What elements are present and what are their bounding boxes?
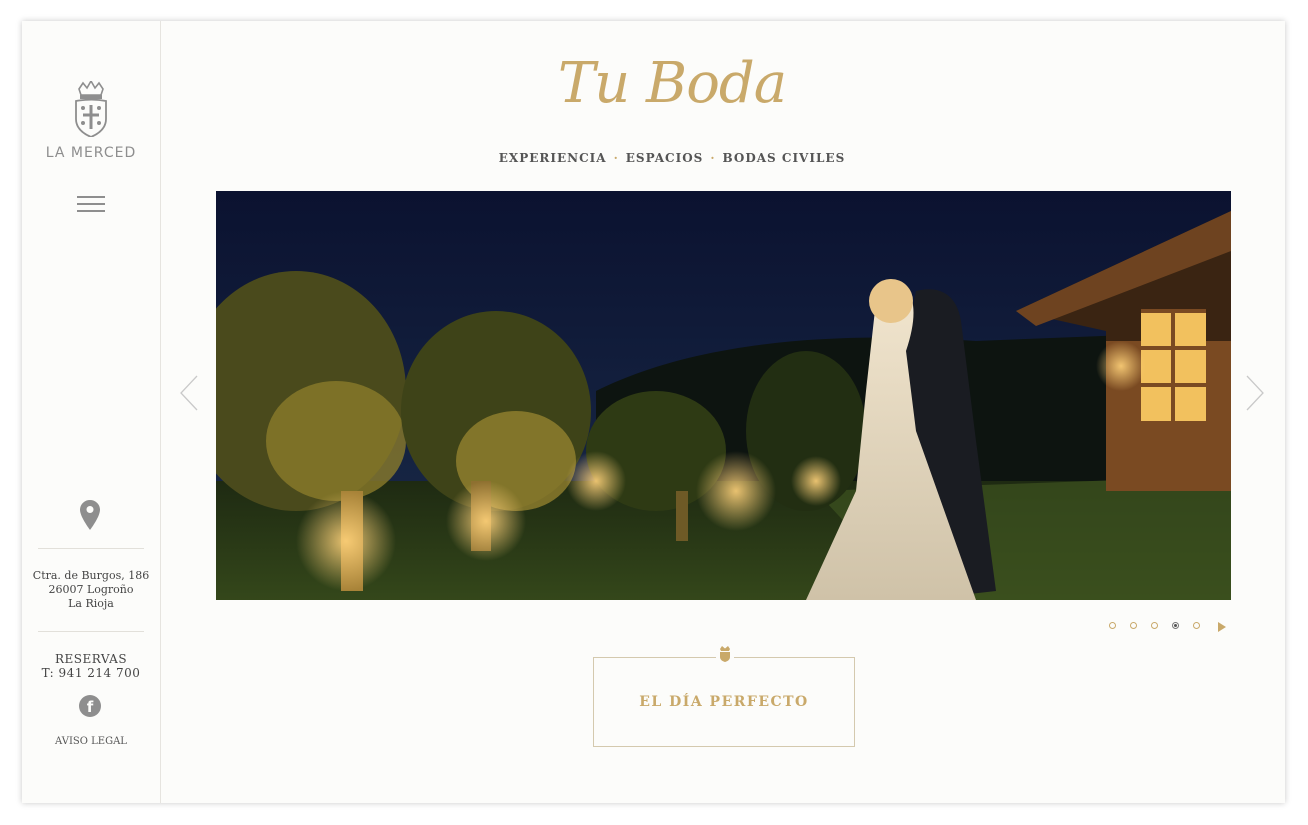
nav-item-experiencia[interactable]: EXPERIENCIA [499, 151, 607, 165]
slider-dot-active[interactable] [1172, 622, 1179, 629]
crown-emblem-icon [716, 646, 734, 662]
address-line: La Rioja [68, 597, 114, 610]
divider [38, 548, 144, 549]
el-dia-perfecto-button[interactable]: EL DÍA PERFECTO [593, 646, 855, 747]
facebook-icon[interactable]: f [79, 695, 101, 717]
prev-slide-arrow-icon[interactable] [179, 375, 199, 411]
reservas-label: RESERVAS [54, 652, 128, 666]
phone-number[interactable]: T: 941 214 700 [22, 666, 160, 680]
address-line: 26007 Logroño [48, 583, 134, 596]
page-frame: LA MERCED Ctra. de Burgos, 186 26007 Log… [22, 21, 1285, 803]
slider-dot[interactable] [1109, 622, 1116, 629]
logo[interactable]: LA MERCED [22, 81, 160, 161]
address: Ctra. de Burgos, 186 26007 Logroño La Ri… [22, 569, 160, 611]
nav-item-bodas-civiles[interactable]: BODAS CIVILES [723, 151, 846, 165]
reservas-block: RESERVAS T: 941 214 700 [22, 652, 160, 680]
crest-icon [75, 81, 107, 137]
page-title: Tu Boda [557, 51, 787, 116]
logo-text: LA MERCED [45, 145, 137, 161]
slider-dot[interactable] [1151, 622, 1158, 629]
play-icon[interactable] [1218, 622, 1226, 632]
hamburger-menu-icon[interactable] [77, 196, 105, 214]
address-line: Ctra. de Burgos, 186 [32, 569, 150, 582]
next-slide-arrow-icon[interactable] [1245, 375, 1265, 411]
cta-label: EL DÍA PERFECTO [639, 694, 809, 710]
divider [38, 631, 144, 632]
main-nav: EXPERIENCIA · ESPACIOS · BODAS CIVILES [322, 151, 1022, 165]
nav-item-espacios[interactable]: ESPACIOS [626, 151, 704, 165]
sidebar: LA MERCED Ctra. de Burgos, 186 26007 Log… [22, 21, 161, 803]
hero-slide-image [216, 191, 1231, 600]
slider-dot[interactable] [1193, 622, 1200, 629]
location-pin-icon [80, 500, 100, 530]
nav-separator: · [710, 151, 716, 165]
nav-separator: · [613, 151, 619, 165]
aviso-legal-link[interactable]: AVISO LEGAL [22, 736, 160, 747]
slider-dot[interactable] [1130, 622, 1137, 629]
